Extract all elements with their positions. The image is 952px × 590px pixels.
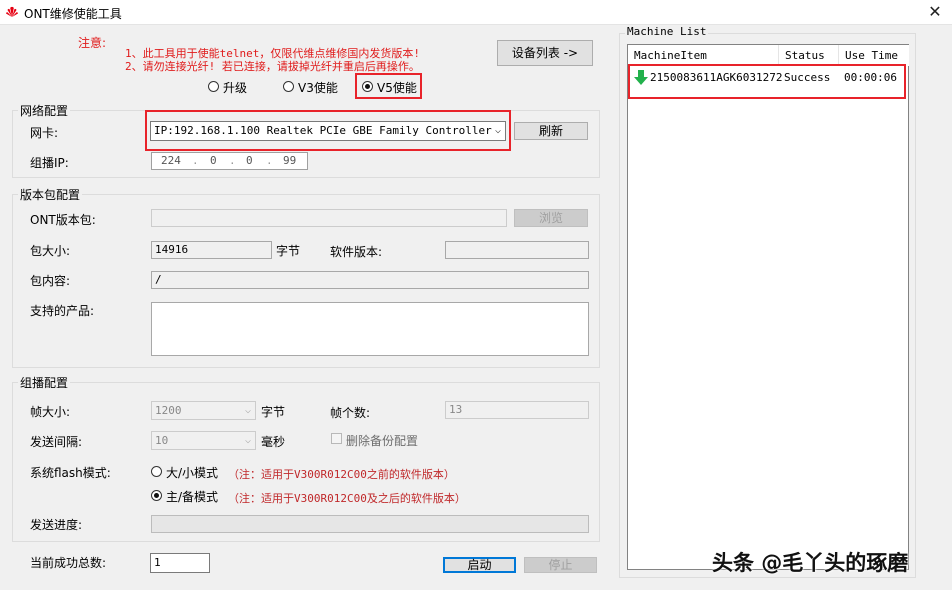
multicast-config-title: 组播配置 <box>18 374 71 391</box>
flash-mode-label: 系统flash模式: <box>30 466 111 480</box>
ip-dot: . <box>266 154 273 167</box>
nic-value: IP:192.168.1.100 Realtek PCIe GBE Family… <box>154 124 492 137</box>
browse-button[interactable]: 浏览 <box>514 209 588 227</box>
title-bar <box>0 0 952 25</box>
multicast-ip-label: 组播IP: <box>30 156 69 170</box>
mode-label-v3: V3使能 <box>298 81 338 95</box>
network-config-title: 网络配置 <box>18 102 71 119</box>
frame-size-label: 帧大小: <box>30 405 71 419</box>
mode-radio-v5[interactable] <box>362 81 373 92</box>
package-content-label: 包内容: <box>30 274 71 288</box>
package-size-unit: 字节 <box>276 244 301 258</box>
package-size-label: 包大小: <box>30 244 71 258</box>
delete-backup-checkbox[interactable] <box>331 433 342 444</box>
ip-octet-1: 224 <box>161 154 181 167</box>
start-button[interactable]: 启动 <box>443 557 516 573</box>
frame-count-field[interactable]: 13 <box>445 401 589 419</box>
send-progress-label: 发送进度: <box>30 518 83 532</box>
delete-backup-label: 删除备份配置 <box>346 434 419 448</box>
flash-mode-label-big-small: 大/小模式 <box>166 466 219 480</box>
mode-label-upgrade: 升级 <box>223 81 248 95</box>
send-progress-bar <box>151 515 589 533</box>
chevron-down-icon: ⌵ <box>494 125 501 136</box>
note-line-2: 2、请勿连接光纤! 若已连接，请拔掉光纤并重启后再操作。 <box>125 60 420 73</box>
multicast-ip-field[interactable]: 224 . 0 . 0 . 99 <box>151 152 308 170</box>
success-total-label: 当前成功总数: <box>30 556 107 570</box>
close-icon[interactable]: ✕ <box>922 2 948 22</box>
ip-dot: . <box>229 154 236 167</box>
watermark: 头条 @毛丫头的琢磨 <box>712 551 909 575</box>
supported-products-label: 支持的产品: <box>30 304 95 318</box>
mode-radio-v3[interactable] <box>283 81 294 92</box>
ont-package-label: ONT版本包: <box>30 213 96 227</box>
mode-label-v5: V5使能 <box>377 81 417 95</box>
green-down-arrow-icon <box>634 70 648 85</box>
package-content-field[interactable]: / <box>151 271 589 289</box>
ont-package-field[interactable] <box>151 209 507 227</box>
table-row[interactable]: 2150083611AGK6031272 Success 00:00:06 <box>628 68 908 88</box>
refresh-button[interactable]: 刷新 <box>514 122 588 140</box>
mode-radio-upgrade[interactable] <box>208 81 219 92</box>
success-total-field[interactable]: 1 <box>150 553 210 573</box>
send-interval-combo[interactable]: 10 ⌵ <box>151 431 256 450</box>
frame-size-combo[interactable]: 1200 ⌵ <box>151 401 256 420</box>
machine-list-title: Machine List <box>625 25 709 38</box>
nic-label: 网卡: <box>30 126 59 140</box>
ip-octet-4: 99 <box>283 154 297 167</box>
software-version-field[interactable] <box>445 241 589 259</box>
machine-list-table[interactable]: MachineItem Status Use Time 2150083611AG… <box>627 44 909 570</box>
flash-mode-label-master-slave: 主/备模式 <box>166 490 219 504</box>
package-size-field[interactable]: 14916 <box>151 241 272 259</box>
send-interval-label: 发送间隔: <box>30 435 83 449</box>
machine-item-cell: 2150083611AGK6031272 <box>650 71 783 84</box>
frame-size-unit: 字节 <box>261 405 286 419</box>
huawei-logo-icon <box>6 6 18 17</box>
status-cell: Success <box>784 71 831 84</box>
send-interval-unit: 毫秒 <box>261 435 286 449</box>
supported-products-field[interactable] <box>151 302 589 356</box>
flash-mode-radio-master-slave[interactable] <box>151 490 162 501</box>
window-title: ONT维修使能工具 <box>24 7 122 21</box>
chevron-down-icon: ⌵ <box>244 405 251 416</box>
flash-mode-radio-big-small[interactable] <box>151 466 162 477</box>
send-interval-value: 10 <box>155 434 169 447</box>
use-time-cell: 00:00:06 <box>844 71 897 84</box>
note-label: 注意: <box>78 36 107 50</box>
software-version-label: 软件版本: <box>330 245 383 259</box>
flash-mode-hint-big-small: （注：适用于V300R012C00之前的软件版本） <box>228 468 455 481</box>
nic-combo[interactable]: IP:192.168.1.100 Realtek PCIe GBE Family… <box>150 121 506 141</box>
frame-count-label: 帧个数: <box>330 406 371 420</box>
ip-octet-2: 0 <box>210 154 217 167</box>
stop-button[interactable]: 停止 <box>524 557 597 573</box>
ip-octet-3: 0 <box>246 154 253 167</box>
device-list-button[interactable]: 设备列表 -> <box>497 40 593 66</box>
ip-dot: . <box>192 154 199 167</box>
frame-size-value: 1200 <box>155 404 182 417</box>
column-header-status[interactable]: Status <box>779 45 839 66</box>
column-header-use-time[interactable]: Use Time <box>839 45 909 66</box>
column-header-machine-item[interactable]: MachineItem <box>628 45 779 66</box>
flash-mode-hint-master-slave: （注：适用于V300R012C00及之后的软件版本） <box>228 492 466 505</box>
package-config-title: 版本包配置 <box>18 186 83 203</box>
chevron-down-icon: ⌵ <box>244 435 251 446</box>
